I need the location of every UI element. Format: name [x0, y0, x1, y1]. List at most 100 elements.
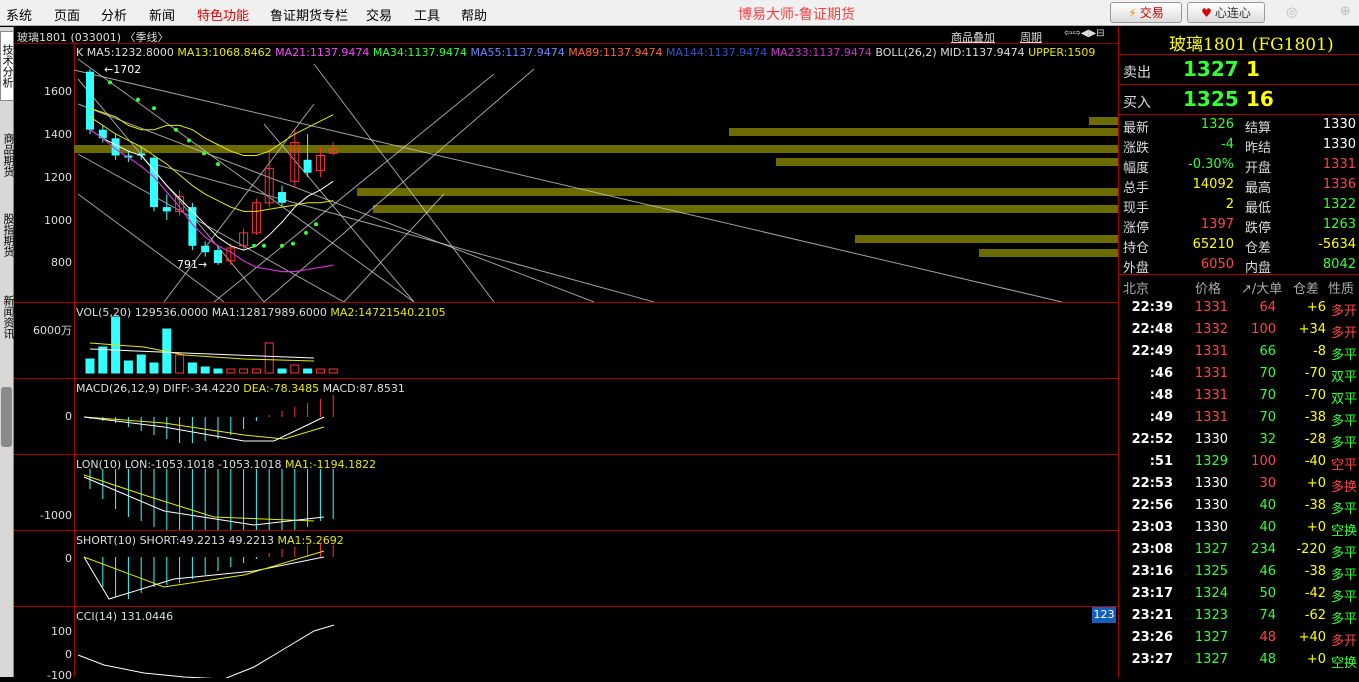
trade-type: 多平 — [1330, 414, 1357, 429]
volume-bar — [303, 368, 313, 374]
volume-bar — [175, 354, 185, 374]
tab-commodity-futures[interactable]: 商品期货 — [0, 121, 15, 189]
tab-index-futures[interactable]: 股指期货 — [0, 201, 15, 269]
trade-volume: 64 — [1259, 300, 1276, 315]
stat-value: 1336 — [1322, 177, 1356, 192]
lon-ma-line — [83, 474, 315, 522]
trade-type: 多换 — [1330, 480, 1357, 495]
app-title: 博易大师-鲁证期货 — [738, 7, 856, 23]
candle-body-down — [201, 245, 210, 253]
menu-help[interactable]: 帮助 — [461, 5, 487, 24]
trade-time: 23:17 — [1131, 586, 1173, 601]
trade-oi-change: +0 — [1306, 652, 1326, 667]
close-icon[interactable]: ⊕ — [1340, 4, 1351, 19]
volume-bar — [187, 362, 197, 374]
trade-price: 1330 — [1194, 520, 1228, 535]
trade-type: 多开 — [1330, 634, 1357, 649]
trade-price: 1330 — [1194, 432, 1228, 447]
period-button[interactable]: 周期 — [1020, 29, 1042, 45]
candle-body-down — [278, 192, 286, 203]
menu-luzheng-column[interactable]: 鲁证期货专栏 — [270, 5, 348, 24]
stat-label: 昨结 — [1245, 141, 1272, 156]
trade-volume: 50 — [1259, 586, 1276, 601]
quote-panel: 玻璃1801 (FG1801) 卖出 1327 1 买入 1325 16 最新 1… — [1118, 27, 1359, 677]
stat-label: 最低 — [1245, 201, 1272, 216]
cci-chart-svg — [77, 624, 335, 678]
quote-stat-row: 总手 14092 最高 1336 — [1119, 175, 1359, 196]
trade-row: 23:26 1327 48 +40 多开 — [1119, 627, 1359, 649]
sar-dot — [174, 127, 178, 132]
trades-header-volume: ↗/大单 — [1241, 282, 1283, 297]
trade-row: 23:03 1330 40 +0 空换 — [1119, 517, 1359, 539]
volume-bar — [200, 366, 210, 374]
sidebar-handle[interactable] — [1, 387, 12, 447]
trade-price: 1324 — [1194, 586, 1228, 601]
menu-features[interactable]: 特色功能 — [197, 5, 249, 24]
trade-row: 23:21 1323 74 -62 多平 — [1119, 605, 1359, 627]
tab-news[interactable]: 新闻资讯 — [0, 283, 15, 351]
trade-volume: 32 — [1259, 432, 1276, 447]
trade-oi-change: -62 — [1304, 608, 1326, 623]
trade-volume: 234 — [1251, 542, 1276, 557]
sar-dot — [187, 138, 191, 143]
trade-time: 22:39 — [1131, 300, 1173, 315]
volume-bar — [277, 368, 287, 374]
trade-time: :51 — [1149, 454, 1173, 469]
trade-volume: 48 — [1259, 652, 1276, 667]
trade-oi-change: -42 — [1304, 586, 1326, 601]
quote-stat-row: 涨停 1397 跌停 1263 — [1119, 215, 1359, 236]
minimize-icon[interactable]: ◎ — [1286, 5, 1297, 20]
trade-row: :48 1331 70 -70 双平 — [1119, 385, 1359, 407]
trades-header-time: 北京 — [1123, 282, 1150, 297]
quote-stat-row: 外盘 6050 内盘 8042 — [1119, 255, 1359, 276]
trade-time: :46 — [1149, 366, 1173, 381]
symbol-title: 玻璃1801 (033001) 〈季线〉 — [17, 31, 169, 44]
tab-technical-analysis[interactable]: 技术分析 — [0, 31, 14, 101]
quote-stats: 最新 1326 结算 1330 涨跌 -4 昨结 1330 幅度 -0.30% 开盘 1331 总手 14… — [1119, 115, 1359, 276]
heart-link-button[interactable]: ♥ 心连心 — [1187, 2, 1265, 23]
stat-label: 持仓 — [1123, 241, 1150, 256]
stat-label: 幅度 — [1123, 161, 1150, 176]
trade-type: 空换 — [1330, 656, 1357, 671]
stat-label: 现手 — [1123, 201, 1150, 216]
volume-bar — [85, 358, 95, 374]
trade-time: 23:26 — [1131, 630, 1173, 645]
stat-label: 外盘 — [1123, 261, 1150, 276]
volume-bar — [123, 360, 133, 374]
ask-row: 卖出 1327 1 — [1119, 55, 1359, 85]
menu-system[interactable]: 系统 — [6, 5, 32, 24]
sar-dot — [202, 151, 206, 156]
trade-oi-change: -38 — [1304, 564, 1326, 579]
trade-price: 1327 — [1194, 542, 1228, 557]
trade-price: 1331 — [1194, 344, 1228, 359]
trade-row: 23:16 1325 46 -38 多平 — [1119, 561, 1359, 583]
trade-type: 多平 — [1330, 436, 1357, 451]
trade-volume: 70 — [1259, 410, 1276, 425]
stat-value: -4 — [1221, 137, 1234, 152]
trade-volume: 66 — [1259, 344, 1276, 359]
menu-news[interactable]: 新闻 — [149, 5, 175, 24]
trade-volume: 100 — [1251, 454, 1276, 469]
menu-tools[interactable]: 工具 — [414, 5, 440, 24]
trade-volume: 30 — [1259, 476, 1276, 491]
sar-dot — [252, 243, 256, 248]
sar-dot — [262, 243, 266, 248]
menu-page[interactable]: 页面 — [54, 5, 80, 24]
menu-analysis[interactable]: 分析 — [101, 5, 127, 24]
stat-label: 总手 — [1123, 181, 1150, 196]
sar-dot — [304, 230, 308, 235]
trade-volume: 48 — [1259, 630, 1276, 645]
nav-arrows-icon[interactable]: ⇦⇨◀▶⊟ — [1064, 28, 1105, 39]
overlay-button[interactable]: 商品叠加 — [951, 29, 995, 45]
stat-value: 1331 — [1322, 157, 1356, 172]
trade-type: 空换 — [1330, 524, 1357, 539]
trade-button[interactable]: ⚡ 交易 — [1110, 2, 1182, 23]
volume-bar — [239, 368, 249, 374]
price-tick-1200: 1200 — [44, 171, 72, 184]
ask-price: 1327 — [1183, 57, 1239, 81]
trade-price: 1331 — [1194, 388, 1228, 403]
lightning-icon: ⚡ — [1128, 5, 1137, 20]
menu-trade[interactable]: 交易 — [366, 5, 392, 24]
stat-value: 1263 — [1322, 217, 1356, 232]
trade-oi-change: +0 — [1306, 520, 1326, 535]
